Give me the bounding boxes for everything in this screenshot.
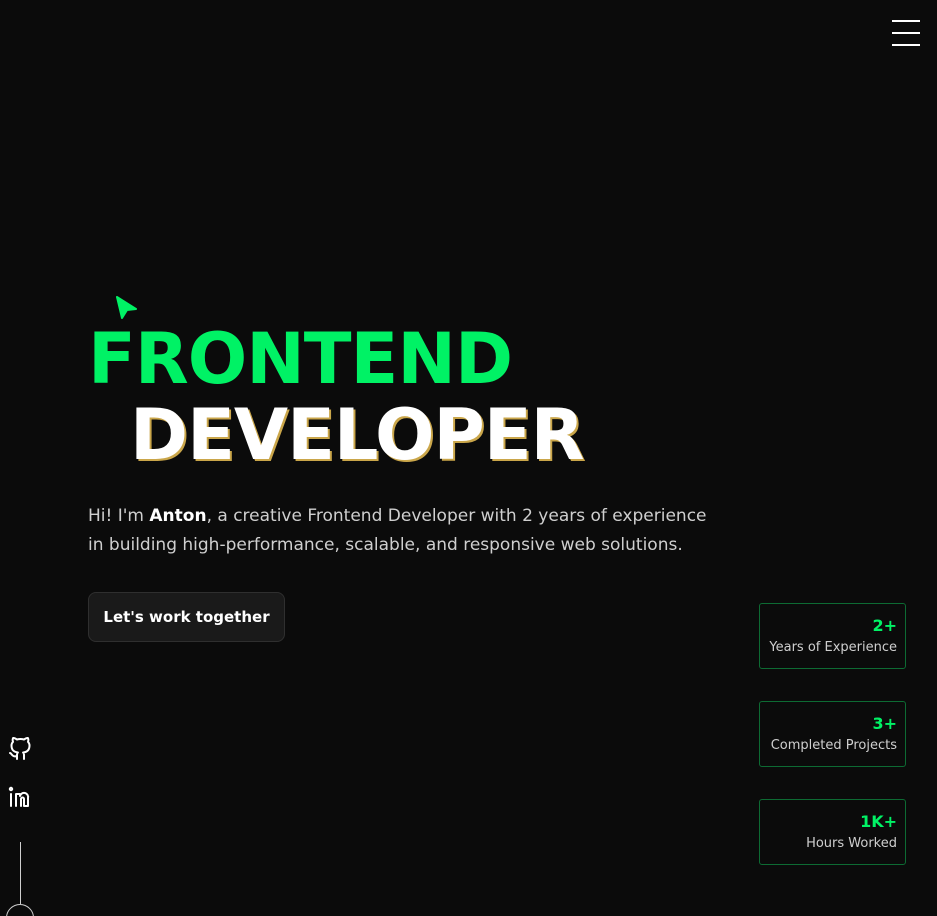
stat-value: 2+ (872, 616, 897, 635)
stat-value: 1K+ (860, 812, 897, 831)
stat-card-hours: 1K+ Hours Worked (759, 799, 906, 865)
work-together-button[interactable]: Let's work together (88, 592, 285, 642)
scroll-indicator[interactable] (6, 904, 34, 916)
github-icon[interactable] (8, 737, 32, 761)
stat-card-experience: 2+ Years of Experience (759, 603, 906, 669)
menu-bar-bottom (892, 44, 920, 46)
hero-intro: Hi! I'm Anton, a creative Frontend Devel… (88, 502, 708, 560)
linkedin-icon[interactable] (8, 785, 32, 809)
social-divider-line (20, 842, 21, 904)
hamburger-menu-icon[interactable] (892, 20, 920, 46)
stat-value: 3+ (872, 714, 897, 733)
stat-label: Years of Experience (769, 640, 897, 655)
stat-label: Hours Worked (806, 836, 897, 851)
hero-title-line2: DEVELOPER (130, 394, 585, 476)
stat-card-projects: 3+ Completed Projects (759, 701, 906, 767)
intro-prefix: Hi! I'm (88, 506, 150, 526)
menu-bar-middle (892, 32, 920, 34)
page: FRONTEND DEVELOPER Hi! I'm Anton, a crea… (0, 0, 937, 916)
menu-bar-top (892, 20, 920, 22)
stat-label: Completed Projects (770, 738, 897, 753)
hero-title-line1: FRONTEND (88, 318, 513, 400)
intro-name: Anton (149, 506, 207, 526)
